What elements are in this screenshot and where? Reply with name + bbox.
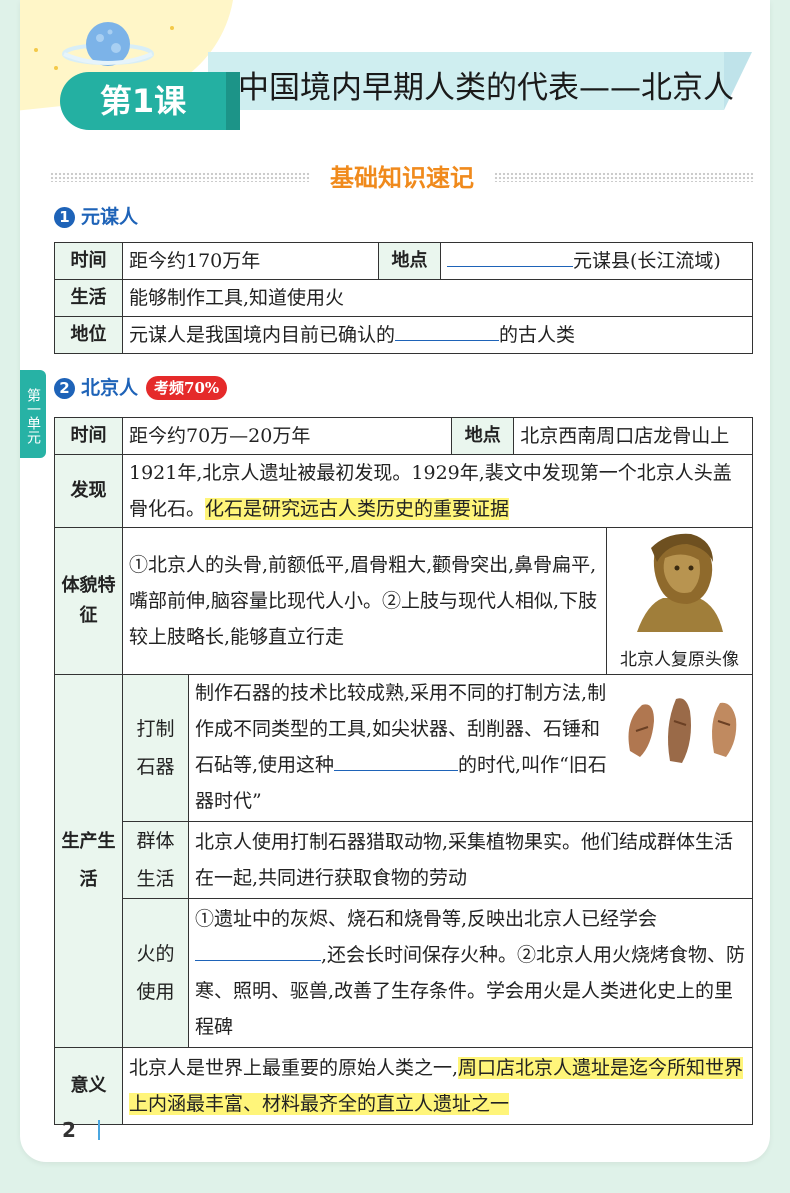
discovery-content: 1921年,北京人遗址被最初发现。1929年,裴文中发现第一个北京人头盖骨化石。… [129,455,749,527]
table-cell: 能够制作工具,知道使用火 [122,279,753,317]
table-cell: 1921年,北京人遗址被最初发现。1929年,裴文中发现第一个北京人头盖骨化石。… [122,454,753,528]
table-cell: 北京人是世界上最重要的原始人类之一,周口店北京人遗址是迄今所知世界上内涵最丰富、… [122,1047,753,1125]
number-badge: 2 [54,377,75,399]
sub-header: 群体生活 [122,821,189,899]
dotted-divider [50,172,310,182]
unit-side-tab: 第一单元 [20,370,46,458]
place-value: 元谋县(长江流域) [573,250,721,272]
sub-header: 打制石器 [122,674,189,822]
peking-man-bust-image [607,528,751,634]
page-number-bar [98,1120,100,1140]
sub-header: 火的使用 [122,898,189,1048]
table-header: 发现 [54,454,123,528]
fire-before: ①遗址中的灰烬、烧石和烧骨等,反映出北京人已经学会 [195,908,658,930]
discovery-highlight: 化石是研究远古人类历史的重要证据 [205,498,510,520]
subhead-peking: 2 北京人 考频70% [54,375,228,401]
number-badge: 1 [54,206,75,228]
lesson-badge: 第1课 [60,72,240,130]
significance-text: 北京人是世界上最重要的原始人类之一, [129,1057,459,1079]
table-cell: 元谋县(长江流域) [440,242,753,280]
fill-in-blank[interactable] [395,317,500,341]
table-cell: 北京人使用打制石器猎取动物,采集植物果实。他们结成群体生活在一起,共同进行获取食… [188,821,753,899]
tools-content: 制作石器的技术比较成熟,采用不同的打制方法,制作成不同类型的工具,如尖状器、刮削… [195,675,615,819]
table-header: 意义 [54,1047,123,1125]
table-header: 地位 [54,316,123,354]
star-dot [170,26,174,30]
page-number: 2 [62,1118,76,1142]
table-cell: 制作石器的技术比较成熟,采用不同的打制方法,制作成不同类型的工具,如尖状器、刮削… [188,674,753,822]
planet-icon [62,22,154,66]
subhead-yuanmou: 1 元谋人 [54,204,138,230]
table-cell: 距今约170万年 [122,242,379,280]
fill-in-blank[interactable] [195,937,321,961]
table-header: 地点 [451,417,515,455]
table-cell: 北京西南周口店龙骨山上 [513,417,753,455]
table-cell: ①北京人的头骨,前额低平,眉骨粗大,颧骨突出,鼻骨扁平,嘴部前伸,脑容量比现代人… [122,527,607,675]
section-title-text: 基础知识速记 [330,164,474,192]
textbook-page: 中国境内早期人类的代表——北京人 第1课 基础知识速记 1 元谋人 时间 距今约… [20,0,770,1162]
table-header: 时间 [54,417,123,455]
star-dot [54,66,58,70]
status-after: 的古人类 [499,324,576,346]
peking-table: 时间 距今约70万—20万年 地点 北京西南周口店龙骨山上 发现 1921年,北… [54,417,753,1125]
table-header: 时间 [54,242,123,280]
star-dot [34,48,38,52]
table-header: 生活 [54,279,123,317]
image-cell: 北京人复原头像 [606,527,753,675]
table-header: 体貌特征 [54,527,123,675]
table-header: 地点 [378,242,441,280]
stone-tools-image [628,698,737,763]
frequency-badge: 考频70% [146,376,228,400]
section-title: 基础知识速记 [50,160,754,196]
lesson-title: 中国境内早期人类的代表——北京人 [238,70,734,106]
image-caption: 北京人复原头像 [620,650,739,670]
yuanmou-table: 时间 距今约170万年 地点 元谋县(长江流域) 生活 能够制作工具,知道使用火… [54,242,753,354]
status-before: 元谋人是我国境内目前已确认的 [129,324,396,346]
subhead-text: 元谋人 [81,206,139,228]
subhead-text: 北京人 [81,377,139,399]
table-cell: 元谋人是我国境内目前已确认的 的古人类 [122,316,753,354]
table-header: 生产生活 [54,674,123,1048]
dotted-divider [494,172,754,182]
fill-in-blank[interactable] [334,747,459,771]
fill-in-blank[interactable] [447,243,573,267]
table-cell: 距今约70万—20万年 [121,417,453,455]
table-cell: ①遗址中的灰烬、烧石和烧骨等,反映出北京人已经学会,还会长时间保存火种。②北京人… [188,898,753,1048]
